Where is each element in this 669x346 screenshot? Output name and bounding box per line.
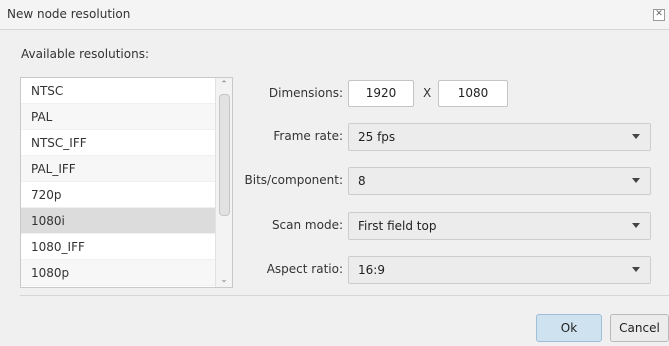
frame-rate-value: 25 fps — [358, 130, 396, 144]
cancel-button[interactable]: Cancel — [610, 314, 669, 342]
scan-mode-value: First field top — [358, 219, 437, 233]
bits-component-select[interactable]: 8 — [348, 167, 651, 195]
chevron-down-icon — [632, 223, 640, 228]
list-item-selected[interactable]: 1080i — [21, 208, 217, 234]
list-item[interactable]: NTSC_IFF — [21, 130, 217, 156]
list-scrollbar[interactable]: ⌃ ⌄ — [215, 78, 232, 287]
list-item[interactable]: 720p — [21, 182, 217, 208]
bits-component-value: 8 — [358, 174, 366, 188]
scroll-down-icon[interactable]: ⌄ — [216, 273, 232, 287]
frame-rate-select[interactable]: 25 fps — [348, 123, 651, 151]
frame-rate-label: Frame rate: — [273, 129, 343, 143]
title-bar: New node resolution ✕ — [0, 0, 669, 30]
aspect-ratio-select[interactable]: 16:9 — [348, 256, 651, 284]
chevron-down-icon — [632, 178, 640, 183]
ok-button[interactable]: Ok — [536, 314, 602, 342]
aspect-ratio-label: Aspect ratio: — [266, 262, 343, 276]
aspect-ratio-value: 16:9 — [358, 263, 385, 277]
close-icon[interactable]: ✕ — [653, 9, 665, 21]
list-item[interactable]: PAL_IFF — [21, 156, 217, 182]
list-item[interactable]: NTSC — [21, 78, 217, 104]
chevron-down-icon — [632, 134, 640, 139]
available-resolutions-label: Available resolutions: — [21, 47, 149, 61]
resolutions-list[interactable]: NTSC PAL NTSC_IFF PAL_IFF 720p 1080i 108… — [20, 77, 233, 288]
scan-mode-select[interactable]: First field top — [348, 212, 651, 240]
scan-mode-label: Scan mode: — [271, 218, 343, 232]
dimensions-label: Dimensions: — [268, 86, 343, 100]
height-input[interactable]: 1080 — [438, 80, 508, 107]
chevron-down-icon — [632, 267, 640, 272]
dimension-separator: X — [423, 86, 432, 100]
button-divider — [20, 295, 669, 296]
list-item[interactable]: 1080p — [21, 260, 217, 286]
bits-component-label: Bits/component: — [244, 173, 344, 187]
window-title: New node resolution — [7, 7, 131, 21]
scroll-up-icon[interactable]: ⌃ — [216, 78, 232, 92]
scroll-thumb[interactable] — [219, 94, 230, 216]
list-item[interactable]: PAL — [21, 104, 217, 130]
width-input[interactable]: 1920 — [348, 80, 414, 107]
list-item[interactable]: 1080_IFF — [21, 234, 217, 260]
